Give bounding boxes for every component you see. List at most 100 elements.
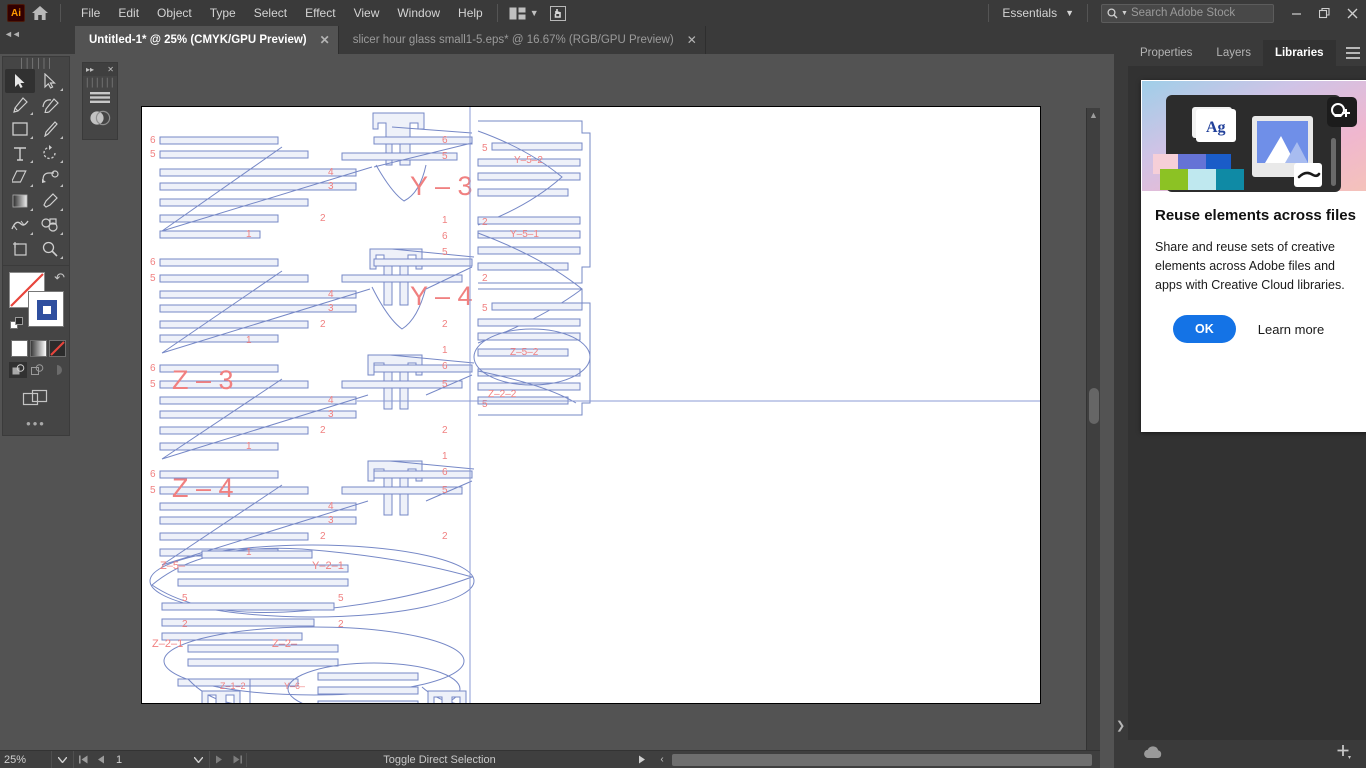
plus-icon[interactable] [1335, 743, 1352, 765]
artboard-number-input[interactable]: 1 [110, 750, 188, 768]
last-artboard-button[interactable] [228, 751, 246, 768]
menu-item-object[interactable]: Object [148, 2, 201, 24]
workspace-switcher[interactable]: Essentials ▼ [994, 3, 1082, 23]
rotate-tool[interactable] [35, 141, 65, 165]
tool-flyout-indicator[interactable] [60, 136, 63, 139]
learn-more-link[interactable]: Learn more [1258, 322, 1324, 337]
edit-toolbar-button[interactable]: ••• [3, 416, 69, 431]
menu-item-help[interactable]: Help [449, 2, 492, 24]
expand-icon[interactable]: ▸▸ [86, 65, 94, 74]
tool-flyout-indicator[interactable] [30, 184, 33, 187]
mini-panel-titlebar: ▸▸ ✕ [83, 63, 117, 76]
change-screen-mode-button[interactable] [3, 388, 69, 408]
mini-panel-grip[interactable]: ││││││ [83, 78, 117, 87]
tool-flyout-indicator[interactable] [30, 232, 33, 235]
expand-dock-icon[interactable]: ❯ [1116, 719, 1125, 732]
minimize-button[interactable] [1282, 0, 1310, 26]
tool-flyout-indicator[interactable] [30, 136, 33, 139]
canvas-vertical-scrollbar[interactable]: ▲ [1086, 108, 1100, 768]
tool-flyout-indicator[interactable] [30, 160, 33, 163]
artboard[interactable]: Y – 3 Y – 4 Z – 3 Z – 4 Z–5– Y–2–1 Z–2–1… [141, 106, 1041, 704]
panel-menu-icon[interactable] [1346, 47, 1360, 59]
selection-tool[interactable] [5, 69, 35, 93]
zoom-dropdown-icon[interactable] [52, 750, 74, 768]
pen-tool[interactable] [5, 93, 35, 117]
artboard-tool[interactable] [5, 237, 35, 261]
draw-inside-button[interactable] [47, 362, 65, 378]
tool-flyout-indicator[interactable] [30, 208, 33, 211]
none-swatch-button[interactable] [49, 340, 66, 357]
previous-artboard-button[interactable] [92, 751, 110, 768]
default-fill-stroke-icon[interactable] [10, 317, 24, 336]
paintbrush-tool[interactable] [35, 117, 65, 141]
menu-item-effect[interactable]: Effect [296, 2, 344, 24]
scroll-up-icon[interactable]: ▲ [1087, 110, 1100, 120]
swap-fill-stroke-icon[interactable]: ↶ [54, 270, 65, 286]
tool-flyout-indicator[interactable] [60, 160, 63, 163]
status-play-icon[interactable] [632, 751, 652, 768]
eraser-tool[interactable] [5, 165, 35, 189]
maximize-restore-button[interactable] [1310, 0, 1338, 26]
svg-text:5: 5 [482, 143, 488, 154]
panel-grip[interactable]: ││││││ [3, 57, 69, 69]
tab-layers[interactable]: Layers [1204, 40, 1263, 66]
tool-flyout-indicator[interactable] [60, 184, 63, 187]
direct-selection-tool[interactable] [35, 69, 65, 93]
first-artboard-button[interactable] [74, 751, 92, 768]
menu-item-select[interactable]: Select [245, 2, 296, 24]
close-icon[interactable]: ✕ [687, 33, 697, 47]
search-input[interactable]: ▼ Search Adobe Stock [1101, 3, 1274, 23]
zoom-tool[interactable] [35, 237, 65, 261]
screen-mode-button[interactable] [545, 3, 571, 24]
color-swatch-button[interactable] [11, 340, 28, 357]
menu-item-type[interactable]: Type [201, 2, 245, 24]
menu-item-edit[interactable]: Edit [109, 2, 148, 24]
floating-mini-panel[interactable]: ▸▸ ✕ ││││││ [82, 62, 118, 140]
align-icon[interactable] [90, 92, 110, 103]
menu-item-window[interactable]: Window [388, 2, 449, 24]
stroke-swatch[interactable] [28, 291, 64, 327]
tab-libraries[interactable]: Libraries [1262, 40, 1336, 66]
tool-flyout-indicator[interactable] [60, 88, 63, 91]
menu-divider-4 [1087, 4, 1088, 22]
tool-flyout-indicator[interactable] [60, 232, 63, 235]
document-tab-untitled-1[interactable]: Untitled-1* @ 25% (CMYK/GPU Preview) ✕ [75, 26, 339, 54]
svg-text:Ag: Ag [1206, 119, 1226, 136]
shape-modes-icon[interactable] [89, 109, 111, 127]
home-icon[interactable] [25, 0, 55, 26]
tab-properties[interactable]: Properties [1128, 40, 1204, 66]
cloud-icon[interactable] [1142, 745, 1164, 764]
ok-button[interactable]: OK [1173, 315, 1236, 343]
close-icon[interactable]: ✕ [107, 65, 114, 74]
close-icon[interactable]: ✕ [320, 33, 330, 47]
free-transform-tool[interactable] [35, 213, 65, 237]
tool-flyout-indicator[interactable] [60, 208, 63, 211]
draw-behind-button[interactable] [28, 362, 46, 378]
next-artboard-button[interactable] [210, 751, 228, 768]
rectangle-tool[interactable] [5, 117, 35, 141]
curvature-tool[interactable] [35, 93, 65, 117]
close-button[interactable] [1338, 0, 1366, 26]
gradient-tool[interactable] [5, 189, 35, 213]
menu-item-view[interactable]: View [345, 2, 389, 24]
width-tool[interactable] [5, 213, 35, 237]
scrollbar-thumb[interactable] [1089, 388, 1099, 424]
dock-collapse-strip[interactable]: ❯ [1114, 40, 1128, 740]
arrange-documents-button[interactable]: ▼ [503, 4, 545, 23]
collapse-panels-icon[interactable]: ◄◄ [4, 29, 21, 39]
document-canvas-area[interactable]: Y – 3 Y – 4 Z – 3 Z – 4 Z–5– Y–2–1 Z–2–1… [0, 54, 1100, 768]
zoom-level-input[interactable]: 25% [0, 750, 52, 768]
eyedropper-tool[interactable] [35, 189, 65, 213]
status-message[interactable]: Toggle Direct Selection [247, 751, 632, 768]
draw-normal-button[interactable] [9, 362, 27, 378]
tool-flyout-indicator[interactable] [60, 256, 63, 259]
shape-builder-tool[interactable] [35, 165, 65, 189]
status-left-icon[interactable]: ‹ [652, 751, 672, 768]
menu-item-file[interactable]: File [72, 2, 109, 24]
gradient-swatch-button[interactable] [30, 340, 47, 357]
artboard-dropdown-icon[interactable] [188, 750, 210, 768]
document-tab-slicer-hour-glass[interactable]: slicer hour glass small1-5.eps* @ 16.67%… [339, 26, 706, 54]
horizontal-scrollbar-thumb[interactable] [672, 753, 1092, 766]
type-tool[interactable] [5, 141, 35, 165]
tool-flyout-indicator[interactable] [30, 112, 33, 115]
